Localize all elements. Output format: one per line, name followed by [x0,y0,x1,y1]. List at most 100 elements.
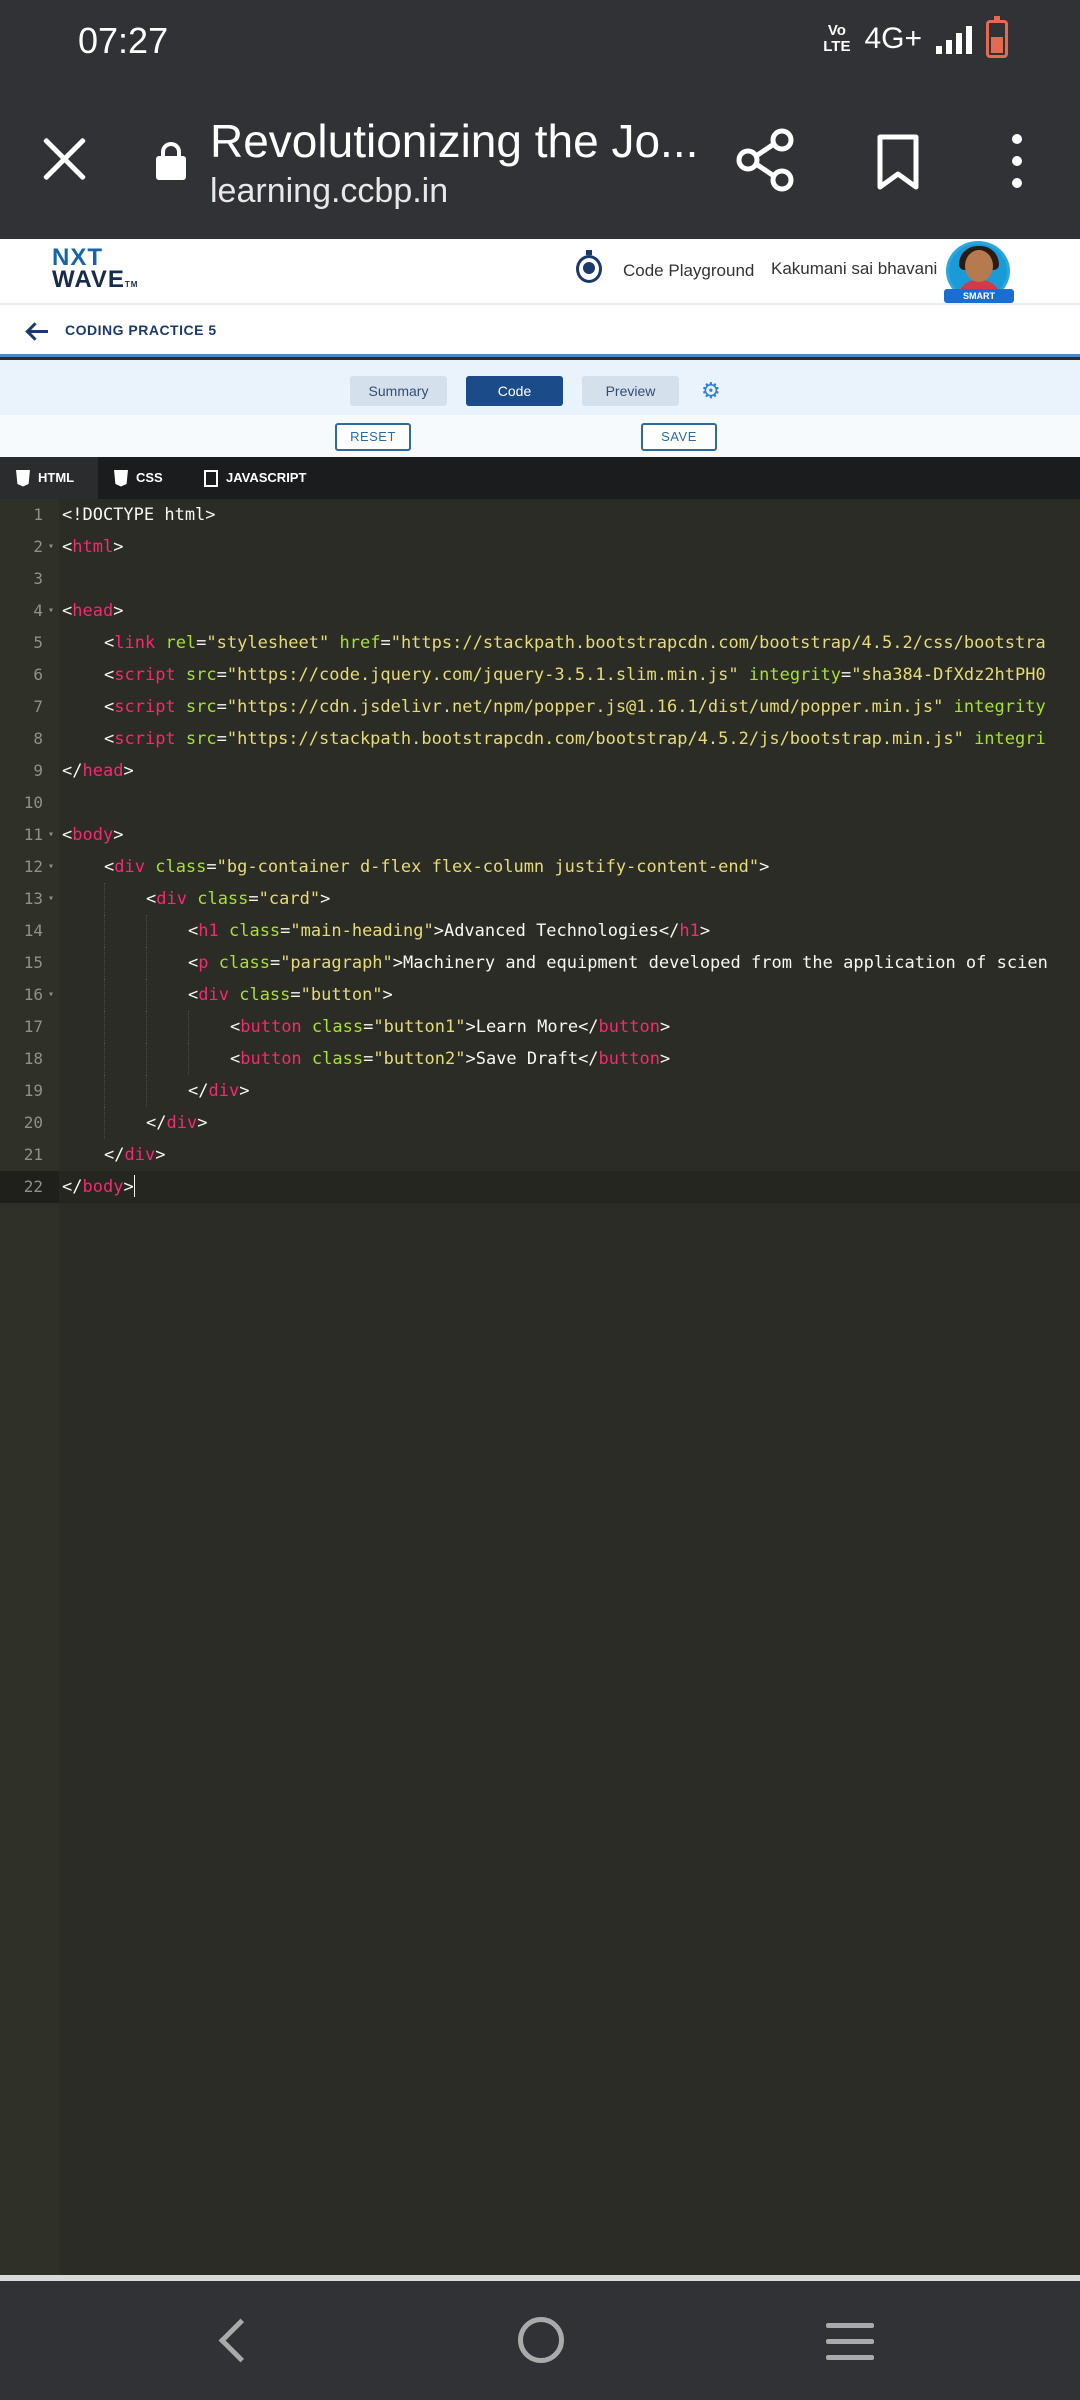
page-url[interactable]: learning.ccbp.in [210,172,448,211]
code-line[interactable]: 9 </head> [0,755,1080,787]
code-line-content[interactable] [59,787,1080,819]
code-line-content[interactable]: </div> [59,1075,1080,1107]
code-token: h1 [198,921,219,941]
code-line-content[interactable]: <div class="bg-container d-flex flex-col… [59,851,1080,883]
fold-toggle-icon[interactable]: ▾ [48,979,54,1011]
code-token: "https://code.jquery.com/jquery-3.5.1.sl… [226,665,739,685]
code-editor[interactable]: 1 <!DOCTYPE html> 2 ▾ <html> 3 4 ▾ <head> 5 <link … [0,499,1080,2275]
indent-guide [104,915,105,947]
indent-guide [146,1075,147,1107]
line-number-cell: 1 [0,499,59,531]
code-line[interactable]: 4 ▾ <head> [0,595,1080,627]
code-line-content[interactable] [59,563,1080,595]
page-title[interactable]: Revolutionizing the Jo... [210,114,698,168]
more-options-icon[interactable] [1008,134,1026,190]
code-line[interactable]: 6 <script src="https://code.jquery.com/jq… [0,659,1080,691]
code-line-content[interactable]: <script src="https://cdn.jsdelivr.net/np… [59,691,1080,723]
editor-tab-javascript[interactable]: JAVASCRIPT [188,457,328,499]
code-line-content[interactable]: </div> [59,1139,1080,1171]
code-line-content[interactable]: <html> [59,531,1080,563]
fold-toggle-icon[interactable]: ▾ [48,883,54,915]
code-line[interactable]: 1 <!DOCTYPE html> [0,499,1080,531]
code-line[interactable]: 10 [0,787,1080,819]
tab-code[interactable]: Code [466,376,563,406]
code-token: div [124,1145,156,1165]
view-tabs: Summary Code Preview ⚙ [0,360,1080,415]
bookmark-icon[interactable] [876,134,920,190]
code-token: < [62,537,73,557]
close-tab-icon[interactable] [40,134,90,184]
code-line-content[interactable]: <button class="button1">Learn More</butt… [59,1011,1080,1043]
code-line[interactable]: 14 <h1 class="main-heading">Advanced Tech… [0,915,1080,947]
nav-home-icon[interactable] [518,2317,564,2363]
code-line[interactable]: 12 ▾ <div class="bg-container d-flex flex-… [0,851,1080,883]
code-line[interactable]: 2 ▾ <html> [0,531,1080,563]
line-number: 16 [23,985,43,1004]
reset-button[interactable]: RESET [335,423,411,451]
line-number-cell: 21 [0,1139,59,1171]
code-token: < [62,825,73,845]
code-token: <!DOCTYPE html> [62,505,216,525]
code-line[interactable]: 16 ▾ <div class="button"> [0,979,1080,1011]
code-text: <body> [62,819,123,851]
nav-back-icon[interactable] [215,2319,255,2359]
gear-icon[interactable]: ⚙ [701,380,721,402]
code-line[interactable]: 21 </div> [0,1139,1080,1171]
code-line[interactable]: 18 <button class="button2">Save Draft</bu… [0,1043,1080,1075]
timer-icon[interactable] [576,250,602,283]
code-line-content[interactable]: <div class="button"> [59,979,1080,1011]
code-line[interactable]: 8 <script src="https://stackpath.bootstra… [0,723,1080,755]
fold-toggle-icon[interactable]: ▾ [48,819,54,851]
code-line-content[interactable]: <script src="https://code.jquery.com/jqu… [59,659,1080,691]
code-line-content[interactable]: <link rel="stylesheet" href="https://sta… [59,627,1080,659]
code-line[interactable]: 7 <script src="https://cdn.jsdelivr.net/n… [0,691,1080,723]
code-line[interactable]: 3 [0,563,1080,595]
fold-toggle-icon[interactable]: ▾ [48,851,54,883]
code-line-content[interactable]: </head> [59,755,1080,787]
code-line-content[interactable]: <head> [59,595,1080,627]
tab-preview[interactable]: Preview [582,376,679,406]
code-line-content[interactable]: <script src="https://stackpath.bootstrap… [59,723,1080,755]
code-token: = [216,729,227,749]
code-line-content[interactable]: </div> [59,1107,1080,1139]
line-number-cell: 6 [0,659,59,691]
code-line[interactable]: 22 </body> [0,1171,1080,1203]
line-number: 9 [33,761,43,780]
code-line-content[interactable]: <p class="paragraph">Machinery and equip… [59,947,1080,979]
code-token: = [269,953,281,973]
code-text: </div> [104,1139,165,1171]
code-line[interactable]: 19 </div> [0,1075,1080,1107]
code-token: > [113,825,124,845]
code-line-content[interactable]: <button class="button2">Save Draft</butt… [59,1043,1080,1075]
editor-tab-css[interactable]: CSS [98,457,188,499]
nxtwave-logo[interactable]: NXT WAVETM [52,246,138,296]
tab-summary[interactable]: Summary [350,376,447,406]
share-icon[interactable] [736,128,796,192]
back-arrow-icon[interactable] [26,321,48,341]
code-line-content[interactable]: <h1 class="main-heading">Advanced Techno… [59,915,1080,947]
fold-toggle-icon[interactable]: ▾ [48,531,54,563]
code-line[interactable]: 20 </div> [0,1107,1080,1139]
user-name[interactable]: Kakumani sai bhavani [771,259,937,279]
code-line-content[interactable]: <div class="card"> [59,883,1080,915]
code-line-content[interactable]: <!DOCTYPE html> [59,499,1080,531]
code-token: script [114,697,176,717]
code-token: > [239,1081,250,1101]
code-line-content[interactable]: <body> [59,819,1080,851]
lock-icon[interactable] [156,142,186,180]
save-button[interactable]: SAVE [641,423,717,451]
code-line[interactable]: 5 <link rel="stylesheet" href="https://st… [0,627,1080,659]
code-line[interactable]: 11 ▾ <body> [0,819,1080,851]
code-line-content[interactable]: </body> [59,1171,1080,1203]
code-playground-link[interactable]: Code Playground [623,261,754,281]
line-number: 22 [23,1177,43,1196]
code-line[interactable]: 13 ▾ <div class="card"> [0,883,1080,915]
fold-toggle-icon[interactable]: ▾ [48,595,54,627]
editor-tab-html[interactable]: HTML [0,457,98,499]
code-line[interactable]: 15 <p class="paragraph">Machinery and equ… [0,947,1080,979]
code-line[interactable]: 17 <button class="button1">Learn More</bu… [0,1011,1080,1043]
nav-recents-icon[interactable] [826,2323,874,2360]
code-token: >Save Draft</ [465,1049,599,1069]
